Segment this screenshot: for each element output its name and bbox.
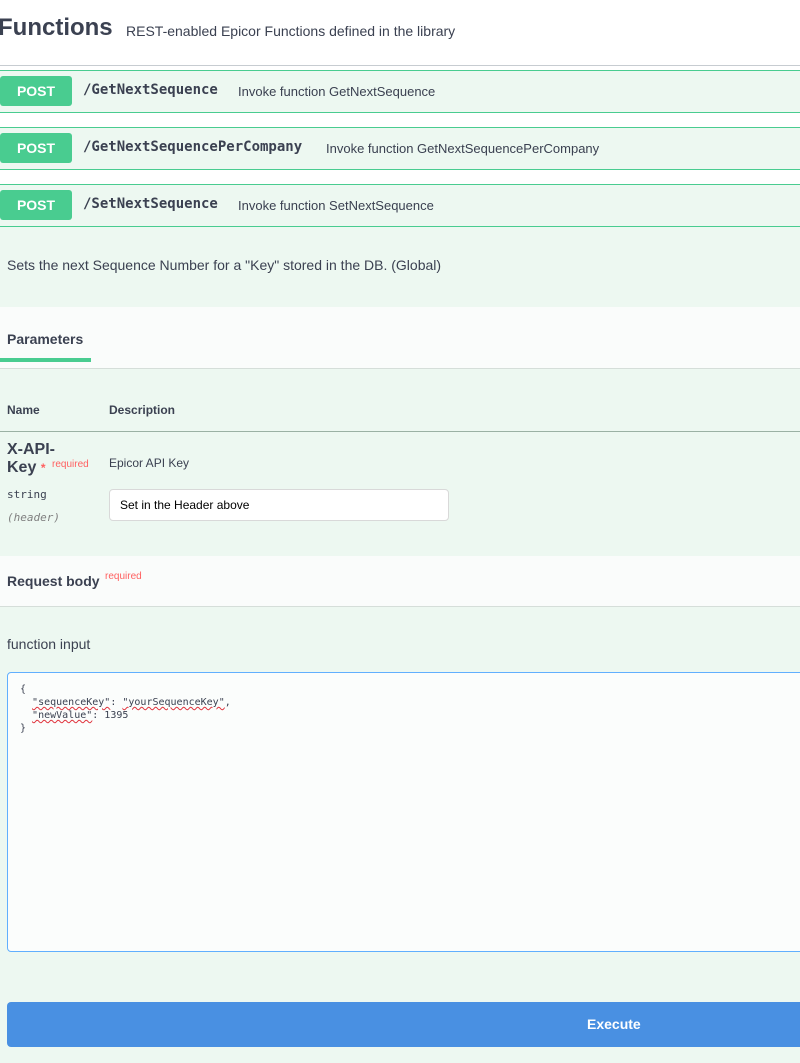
x-api-key-input[interactable] xyxy=(109,489,449,521)
tab-parameters[interactable]: Parameters xyxy=(7,331,83,347)
parameter-type: string xyxy=(7,488,47,501)
method-badge: POST xyxy=(0,190,72,220)
request-body-header: Request body required xyxy=(0,556,800,607)
operation-get-next-sequence-per-company[interactable]: POST /GetNextSequencePerCompany Invoke f… xyxy=(0,127,800,170)
parameter-location: (header) xyxy=(7,511,60,524)
page-description: REST-enabled Epicor Functions defined in… xyxy=(126,23,456,39)
required-star: * xyxy=(40,461,46,475)
functions-header: Functions REST-enabled Epicor Functions … xyxy=(0,0,800,66)
operation-summary: Invoke function SetNextSequence xyxy=(238,198,434,213)
method-badge: POST xyxy=(0,76,72,106)
operation-set-next-sequence[interactable]: POST /SetNextSequence Invoke function Se… xyxy=(0,184,800,227)
active-tab-indicator xyxy=(0,358,91,362)
column-header-name: Name xyxy=(7,403,40,417)
operation-get-next-sequence[interactable]: POST /GetNextSequence Invoke function Ge… xyxy=(0,70,800,113)
operation-body-set-next-sequence: Sets the next Sequence Number for a "Key… xyxy=(0,227,800,1063)
required-label: required xyxy=(52,459,89,470)
page-title: Functions xyxy=(0,14,113,41)
function-input-label: function input xyxy=(7,636,91,652)
request-body-title: Request body xyxy=(7,573,100,589)
parameters-header: Parameters xyxy=(0,307,800,369)
code-line: } xyxy=(20,723,27,734)
code-line: { xyxy=(20,684,27,695)
operation-summary: Invoke function GetNextSequencePerCompan… xyxy=(326,141,600,156)
parameter-description: Epicor API Key xyxy=(109,456,190,470)
operation-description: Sets the next Sequence Number for a "Key… xyxy=(7,257,442,273)
operation-path: /GetNextSequence xyxy=(83,82,218,98)
code-line: "sequenceKey": "yourSequenceKey", xyxy=(32,697,231,708)
operation-summary: Invoke function GetNextSequence xyxy=(238,84,436,99)
operation-path: /GetNextSequencePerCompany xyxy=(83,139,303,155)
method-badge: POST xyxy=(0,133,72,163)
request-body-required-label: required xyxy=(105,571,142,582)
column-divider xyxy=(0,431,800,432)
request-body-editor[interactable]: { "sequenceKey": "yourSequenceKey", "new… xyxy=(7,672,800,952)
column-header-description: Description xyxy=(109,403,176,417)
code-line: "newValue": 1395 xyxy=(32,710,129,721)
operation-path: /SetNextSequence xyxy=(83,196,218,212)
execute-button[interactable]: Execute xyxy=(7,1002,800,1047)
